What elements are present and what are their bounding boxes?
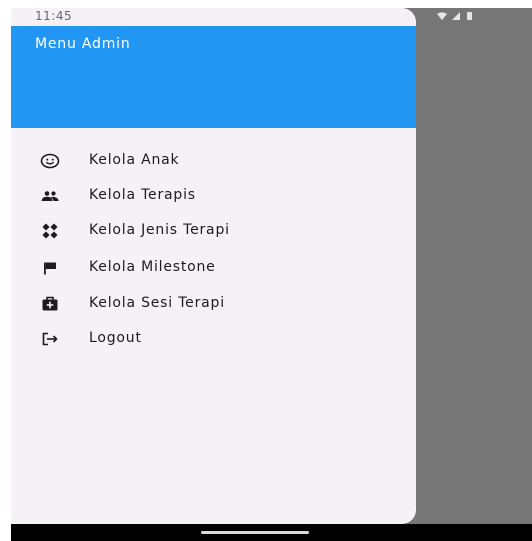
menu-item-kelola-terapis[interactable]: Kelola Terapis — [11, 179, 416, 213]
status-time: 11:45 — [35, 9, 73, 23]
menu-item-label: Kelola Jenis Terapi — [89, 222, 230, 238]
drawer-header: Menu Admin — [11, 26, 416, 128]
system-navigation-bar — [11, 524, 532, 541]
battery-icon — [467, 12, 472, 20]
cellular-signal-icon — [452, 12, 460, 20]
menu-item-label: Kelola Sesi Terapi — [89, 295, 225, 311]
wifi-icon — [437, 12, 447, 20]
menu-item-kelola-jenis-terapi[interactable]: Kelola Jenis Terapi — [11, 214, 416, 248]
logout-icon — [39, 328, 61, 350]
menu-item-label: Kelola Terapis — [89, 187, 196, 203]
home-gesture-handle[interactable] — [201, 531, 309, 534]
flag-icon — [39, 257, 61, 279]
menu-item-label: Logout — [89, 330, 142, 346]
drawer-title: Menu Admin — [35, 36, 131, 52]
medical-kit-icon — [39, 293, 61, 315]
menu-item-label: Kelola Milestone — [89, 259, 216, 275]
menu-item-kelola-milestone[interactable]: Kelola Milestone — [11, 251, 416, 285]
navigation-drawer: Menu Admin Kelola Anak Kelola Terapis Ke… — [11, 8, 416, 524]
menu-item-label: Kelola Anak — [89, 152, 180, 168]
status-bar: 11:45 — [11, 8, 532, 26]
category-icon — [39, 220, 61, 242]
menu-item-logout[interactable]: Logout — [11, 322, 416, 356]
status-icons — [436, 11, 496, 23]
menu-item-kelola-anak[interactable]: Kelola Anak — [11, 144, 416, 178]
child-face-icon — [39, 150, 61, 172]
menu-item-kelola-sesi-terapi[interactable]: Kelola Sesi Terapi — [11, 287, 416, 321]
phone-screen: Menu Admin Kelola Anak Kelola Terapis Ke… — [11, 8, 532, 541]
people-icon — [39, 185, 61, 207]
